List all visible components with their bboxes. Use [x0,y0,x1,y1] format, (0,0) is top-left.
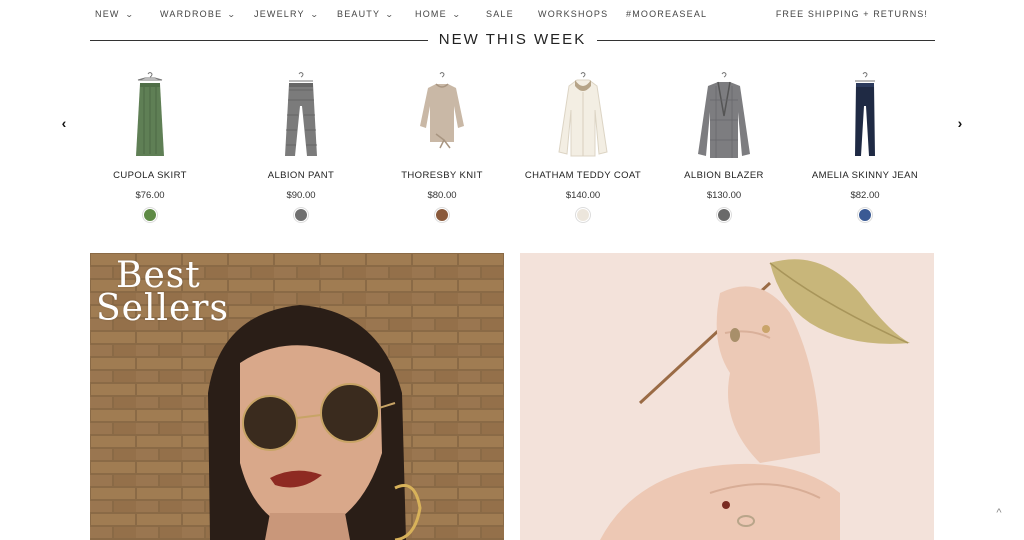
product-card[interactable]: ALBION BLAZER $130.00 [654,70,794,222]
product-carousel: CUPOLA SKIRT $76.00 ALBION PANT $90.00 T… [90,70,935,230]
color-swatch[interactable] [143,208,157,222]
nav-item-mooreaseal[interactable]: #MOOREASEAL [626,9,707,19]
nav-item-label: HOME [415,9,447,19]
product-image[interactable] [815,70,915,162]
color-swatch[interactable] [717,208,731,222]
product-price: $76.00 [135,190,165,201]
product-card[interactable]: CUPOLA SKIRT $76.00 [80,70,220,222]
color-swatch[interactable] [294,208,308,222]
product-image[interactable] [674,70,774,162]
product-name[interactable]: ALBION PANT [231,170,371,181]
product-image[interactable] [392,70,492,162]
nav-item-label: WORKSHOPS [538,9,609,19]
nav-item-label: NEW [95,9,120,19]
product-name[interactable]: CUPOLA SKIRT [80,170,220,181]
best-sellers-title[interactable]: Best Sellers [96,258,229,329]
best-sellers-title-line: Sellers [96,288,229,329]
nav-item-new[interactable]: NEW ⌄ [95,9,134,19]
product-card[interactable]: AMELIA SKINNY JEAN $82.00 [795,70,935,222]
color-swatch[interactable] [858,208,872,222]
product-price: $140.00 [565,190,601,201]
nav-item-wardrobe[interactable]: WARDROBE ⌄ [160,9,236,19]
nav-item-label: SALE [486,9,514,19]
product-name[interactable]: THORESBY KNIT [372,170,512,181]
product-name[interactable]: AMELIA SKINNY JEAN [795,170,935,181]
jewelry-banner[interactable] [520,253,934,540]
nav-item-label: #MOOREASEAL [626,9,708,19]
product-price: $90.00 [286,190,316,201]
product-card[interactable]: THORESBY KNIT $80.00 [372,70,512,222]
nav-item-workshops[interactable]: WORKSHOPS [538,9,608,19]
product-price: $130.00 [706,190,742,201]
color-swatch[interactable] [435,208,449,222]
free-shipping-promo[interactable]: FREE SHIPPING + RETURNS! [776,9,928,19]
product-image[interactable] [251,70,351,162]
product-image[interactable] [533,70,633,162]
chevron-down-icon: ⌄ [227,10,238,19]
product-card[interactable]: ALBION PANT $90.00 [231,70,371,222]
product-card[interactable]: CHATHAM TEDDY COAT $140.00 [513,70,653,222]
nav-item-home[interactable]: HOME ⌄ [415,9,461,19]
product-image[interactable] [100,70,200,162]
nav-item-jewelry[interactable]: JEWELRY ⌄ [254,9,319,19]
chevron-down-icon: ⌄ [451,10,462,19]
best-sellers-banner[interactable]: Best Sellers [90,253,504,540]
scroll-to-top-icon[interactable]: ^ [991,507,1007,521]
nav-item-label: WARDROBE [160,9,223,19]
nav-item-sale[interactable]: SALE [486,9,514,19]
product-name[interactable]: ALBION BLAZER [654,170,794,181]
nav-item-label: JEWELRY [254,9,305,19]
product-name[interactable]: CHATHAM TEDDY COAT [513,170,653,181]
chevron-down-icon: ⌄ [309,10,320,19]
nav-item-beauty[interactable]: BEAUTY ⌄ [337,9,394,19]
jewelry-photo [520,253,934,540]
section-header: NEW THIS WEEK [90,30,935,50]
divider [597,40,935,41]
nav-item-label: BEAUTY [337,9,381,19]
carousel-next-icon[interactable]: › [953,115,967,131]
product-price: $82.00 [850,190,880,201]
product-price: $80.00 [427,190,457,201]
top-navigation: NEW ⌄ WARDROBE ⌄ JEWELRY ⌄ BEAUTY ⌄ HOME ⌄ SA… [0,0,1024,30]
chevron-down-icon: ⌄ [124,10,135,19]
chevron-down-icon: ⌄ [385,10,396,19]
color-swatch[interactable] [576,208,590,222]
carousel-prev-icon[interactable]: ‹ [57,115,71,131]
